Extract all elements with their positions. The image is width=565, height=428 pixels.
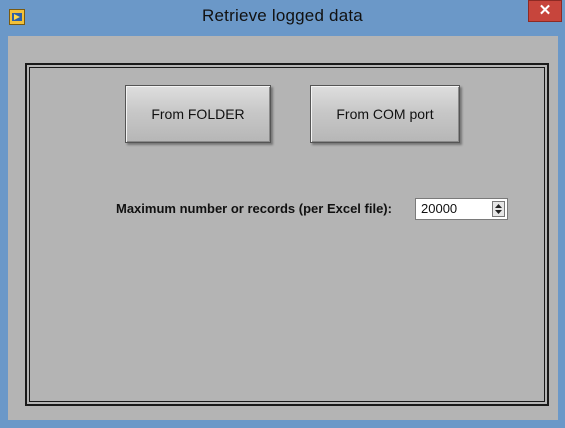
dialog-window: Retrieve logged data ✕ From FOLDER From …	[0, 0, 565, 428]
increment-decrement-icon[interactable]	[492, 201, 505, 217]
decoration-frame-inner	[29, 67, 545, 402]
from-folder-button[interactable]: From FOLDER	[125, 85, 271, 143]
max-records-numeric-control[interactable]: 20000	[415, 198, 508, 220]
title-bar[interactable]: Retrieve logged data ✕	[0, 0, 565, 36]
decoration-frame	[25, 63, 549, 406]
max-records-label: Maximum number or records (per Excel fil…	[116, 201, 392, 216]
close-icon: ✕	[538, 2, 552, 19]
close-button[interactable]: ✕	[528, 0, 562, 22]
window-title: Retrieve logged data	[202, 6, 363, 25]
from-com-port-button[interactable]: From COM port	[310, 85, 460, 143]
max-records-value[interactable]: 20000	[421, 201, 457, 216]
dialog-body: From FOLDER From COM port Maximum number…	[8, 36, 558, 420]
